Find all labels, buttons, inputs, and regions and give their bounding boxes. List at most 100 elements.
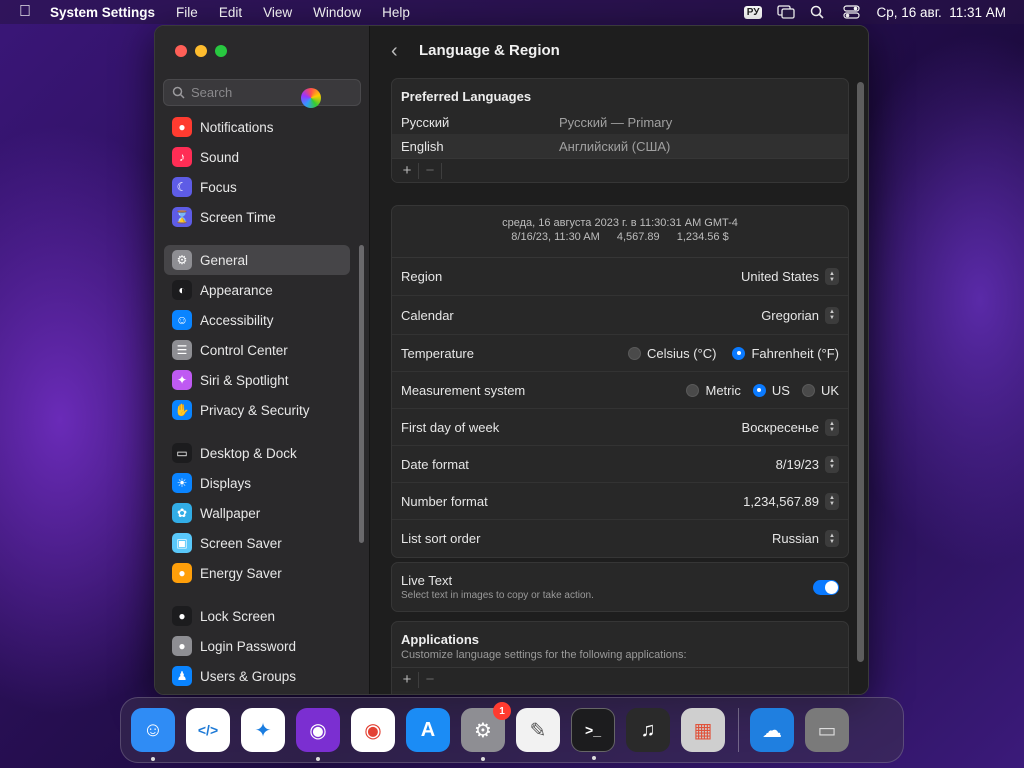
sidebar-scrollbar[interactable]	[359, 245, 364, 543]
radio-button-selected[interactable]	[732, 346, 746, 360]
zoom-window-button[interactable]	[215, 45, 227, 57]
app-menu[interactable]: System Settings	[50, 5, 155, 20]
guitar-icon[interactable]: ♫	[626, 708, 670, 752]
running-indicator	[592, 756, 596, 760]
vscode-icon[interactable]: </>	[186, 708, 230, 752]
apple-menu-icon[interactable]: 	[0, 3, 50, 21]
radio-button[interactable]	[627, 346, 641, 360]
close-window-button[interactable]	[175, 45, 187, 57]
celsius-radio[interactable]: Celsius (°C)	[627, 345, 717, 361]
fahrenheit-radio[interactable]: Fahrenheit (°F)	[732, 346, 839, 361]
safari-icon[interactable]: ✦	[241, 708, 285, 752]
radio-button[interactable]	[686, 383, 700, 397]
sidebar-item-users-groups[interactable]: ♟ Users & Groups	[164, 661, 350, 691]
sidebar-item-lock-screen[interactable]: ● Lock Screen	[164, 601, 350, 631]
sidebar-item-accessibility[interactable]: ☺ Accessibility	[164, 305, 350, 335]
menu-help[interactable]: Help	[382, 5, 410, 20]
appstore-icon[interactable]: A	[406, 708, 450, 752]
calendar-popup[interactable]: Gregorian ▲ ▼	[761, 306, 839, 324]
radio-button[interactable]	[801, 383, 815, 397]
sidebar-item-control-center[interactable]: ☰ Control Center	[164, 335, 350, 365]
calendar-row: Calendar Gregorian ▲ ▼	[392, 296, 848, 335]
metric-radio[interactable]: Metric	[686, 383, 741, 398]
control-center-icon[interactable]	[843, 5, 861, 19]
sidebar-item-general[interactable]: ⚙ General	[164, 245, 350, 275]
stage-manager-icon[interactable]	[777, 5, 796, 19]
celsius-label: Celsius (°C)	[646, 345, 717, 361]
sidebar-item-appearance[interactable]: ◐ Appearance	[164, 275, 350, 305]
applications-subtitle: Customize language settings for the foll…	[401, 649, 687, 661]
menu-clock[interactable]: Ср, 16 авг. 11:31 AM	[876, 5, 1006, 20]
chrome-icon[interactable]: ◉	[351, 708, 395, 752]
sidebar-item-label: Accessibility	[200, 312, 274, 328]
sidebar-item-displays[interactable]: ☀ Displays	[164, 468, 350, 498]
terminal-icon[interactable]: >_	[571, 708, 615, 760]
temperature-row: Temperature Celsius (°C) Fahrenheit (°F)	[392, 335, 848, 372]
sidebar-item-siri-spotlight[interactable]: ✦ Siri & Spotlight	[164, 365, 350, 395]
sidebar-item-notifications[interactable]: ● Notifications	[164, 112, 350, 142]
sidebar-search[interactable]	[163, 79, 361, 106]
date-format-row: Date format 8/19/23 ▲ ▼	[392, 446, 848, 483]
back-chevron-icon[interactable]: ‹	[391, 40, 398, 63]
sidebar-item-privacy-security[interactable]: ✋ Privacy & Security	[164, 395, 350, 425]
toggles-icon: ☰	[172, 340, 192, 360]
remove-application-button[interactable]: −	[419, 671, 441, 688]
live-text-panel: Live Text Select text in images to copy …	[391, 562, 849, 612]
add-application-button[interactable]: +	[396, 671, 418, 688]
input-source-badge[interactable]: РУ	[743, 5, 763, 19]
sidebar-item-sound[interactable]: ♪ Sound	[164, 142, 350, 172]
sun-icon: ☀	[172, 473, 192, 493]
launchpad-icon[interactable]: ▦	[681, 708, 725, 752]
menu-edit[interactable]: Edit	[219, 5, 242, 20]
sort-order-popup[interactable]: Russian ▲ ▼	[772, 530, 839, 547]
menu-file[interactable]: File	[176, 5, 198, 20]
uk-radio[interactable]: UK	[801, 383, 839, 398]
search-input[interactable]	[191, 85, 311, 100]
sidebar-item-screen-time[interactable]: ⌛ Screen Time	[164, 202, 350, 232]
preview-full-date: среда, 16 августа 2023 г. в 11:30:31 AM …	[502, 217, 738, 229]
sidebar: ● Notifications ♪ Sound ☾ Focus ⌛ Screen Time ⚙ G…	[155, 26, 370, 694]
spotlight-search-icon[interactable]	[810, 5, 828, 19]
first-day-popup[interactable]: Воскресенье ▲ ▼	[741, 418, 839, 436]
page-title: Language & Region	[419, 42, 560, 59]
sidebar-item-screen-saver[interactable]: ▣ Screen Saver	[164, 528, 350, 558]
add-language-button[interactable]: +	[396, 162, 418, 179]
sidebar-item-wallpaper[interactable]: ✿ Wallpaper	[164, 498, 350, 528]
main-scrollbar[interactable]	[857, 82, 864, 662]
settings-icon[interactable]: ⚙ 1	[461, 702, 511, 761]
preview-currency: 1,234.56 $	[676, 231, 729, 243]
sidebar-item-desktop-dock[interactable]: ▭ Desktop & Dock	[164, 438, 350, 468]
moon-icon: ☾	[172, 177, 192, 197]
radio-button-selected[interactable]	[752, 383, 766, 397]
date-format-label: Date format	[401, 456, 469, 472]
finder-icon[interactable]: ☺	[131, 708, 175, 761]
date-format-popup[interactable]: 8/19/23 ▲ ▼	[776, 455, 839, 473]
language-row[interactable]: English Английский (США)	[392, 134, 848, 158]
trash-icon[interactable]: ▭	[805, 708, 849, 752]
hand-icon: ✋	[172, 400, 192, 420]
remove-language-button[interactable]: −	[419, 162, 441, 179]
temperature-radio-group: Celsius (°C) Fahrenheit (°F)	[627, 345, 839, 361]
applications-add-remove-bar: + −	[392, 667, 848, 691]
number-format-popup[interactable]: 1,234,567.89 ▲ ▼	[743, 492, 839, 510]
minimize-window-button[interactable]	[195, 45, 207, 57]
first-day-value: Воскресенье	[741, 419, 819, 435]
sidebar-item-energy-saver[interactable]: ● Energy Saver	[164, 558, 350, 588]
us-radio[interactable]: US	[752, 383, 790, 398]
preview-short-date: 8/16/23, 11:30 AM	[511, 231, 600, 243]
region-settings-panel: среда, 16 августа 2023 г. в 11:30:31 AM …	[391, 205, 849, 558]
textedit-icon[interactable]: ✎	[516, 708, 560, 752]
siri-icon: ✦	[172, 370, 192, 390]
live-text-toggle[interactable]	[813, 579, 839, 595]
sidebar-item-focus[interactable]: ☾ Focus	[164, 172, 350, 202]
firefox-icon[interactable]: ◉	[296, 708, 340, 761]
up-down-chevron-icon: ▲ ▼	[825, 492, 839, 510]
sidebar-item-login-password[interactable]: ● Login Password	[164, 631, 350, 661]
menu-view[interactable]: View	[263, 5, 292, 20]
menu-window[interactable]: Window	[313, 5, 361, 20]
language-row[interactable]: Русский Русский — Primary	[392, 110, 848, 134]
weather-icon[interactable]: ☁	[750, 708, 794, 752]
region-popup[interactable]: United States ▲ ▼	[741, 268, 839, 285]
number-format-row: Number format 1,234,567.89 ▲ ▼	[392, 483, 848, 520]
bell-icon: ●	[172, 117, 192, 137]
